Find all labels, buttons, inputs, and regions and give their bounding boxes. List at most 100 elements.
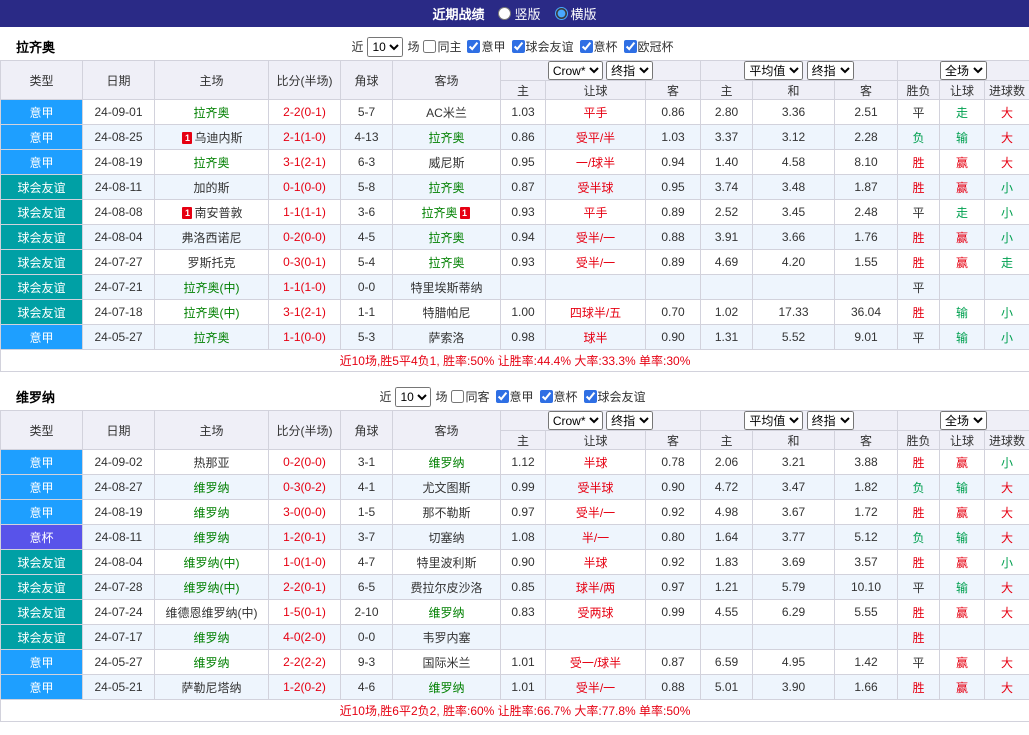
avg-draw-odds-cell: 3.77 — [752, 524, 835, 550]
handicap-result-cell: 赢 — [939, 549, 986, 575]
score-cell: 1-5(0-1) — [268, 599, 341, 625]
away-team-cell[interactable]: 维罗纳 — [392, 674, 501, 700]
average-select[interactable]: 平均值 — [744, 411, 804, 430]
home-team-cell[interactable]: 维罗纳 — [154, 524, 269, 550]
filter-checkbox[interactable]: 同客 — [451, 388, 490, 405]
home-team-cell[interactable]: 罗斯托克 — [154, 249, 269, 275]
team-name-text: 尤文图斯 — [422, 480, 471, 495]
result-cell: 负 — [897, 474, 941, 500]
checkbox-input[interactable] — [623, 40, 637, 53]
bookmaker-select[interactable]: Crow* — [547, 61, 603, 80]
avg-draw-odds-cell: 3.12 — [752, 124, 835, 150]
home-team-cell[interactable]: 维罗纳 — [154, 649, 269, 675]
checkbox-input[interactable] — [423, 40, 437, 53]
horizontal-layout-radio[interactable] — [554, 7, 568, 20]
away-team-cell[interactable]: 拉齐奥 — [392, 174, 501, 200]
away-team-cell[interactable]: 特里埃斯蒂纳 — [392, 274, 501, 300]
home-team-cell[interactable]: 1 南安普敦 — [154, 199, 269, 225]
team-name-text: 维罗纳 — [428, 680, 465, 695]
away-team-cell[interactable]: 韦罗内塞 — [392, 624, 501, 650]
home-team-cell[interactable]: 维罗纳 — [154, 474, 269, 500]
home-team-cell[interactable]: 拉齐奥 — [154, 99, 269, 125]
home-team-cell[interactable]: 1 乌迪内斯 — [154, 124, 269, 150]
fulltime-select[interactable]: 全场 — [940, 61, 988, 80]
filter-checkbox[interactable]: 意甲 — [467, 38, 506, 55]
home-team-cell[interactable]: 维罗纳 — [154, 624, 269, 650]
filter-checkbox[interactable]: 欧冠杯 — [623, 38, 674, 55]
team-name-text: 那不勒斯 — [422, 505, 471, 520]
result-cell: 平 — [897, 649, 941, 675]
home-team-cell[interactable]: 拉齐奥(中) — [154, 274, 269, 300]
vertical-layout-radio[interactable] — [498, 7, 512, 20]
page-title: 近期战绩 — [432, 7, 485, 22]
odds-stage-select[interactable]: 终指 — [606, 61, 654, 80]
away-team-cell[interactable]: 拉齐奥 — [392, 249, 501, 275]
away-team-cell[interactable]: 拉齐奥 1 — [392, 199, 501, 225]
odds-away-cell: 0.99 — [645, 599, 701, 625]
home-team-cell[interactable]: 热那亚 — [154, 449, 269, 475]
away-team-cell[interactable]: 费拉尔皮沙洛 — [392, 574, 501, 600]
goals-result-cell: 小 — [984, 224, 1029, 250]
checkbox-input[interactable] — [539, 390, 553, 403]
checkbox-input[interactable] — [511, 40, 525, 53]
match-row: 意甲 24-05-27 拉齐奥 1-1(0-0) 5-3 萨索洛 0.98 球半… — [0, 324, 1029, 350]
odds-home-cell — [500, 274, 546, 300]
checkbox-input[interactable] — [579, 40, 593, 53]
away-team-cell[interactable]: 特腊帕尼 — [392, 299, 501, 325]
away-team-cell[interactable]: 维罗纳 — [392, 599, 501, 625]
corner-cell: 6-3 — [340, 149, 393, 175]
home-team-cell[interactable]: 拉齐奥 — [154, 149, 269, 175]
odds-stage-select[interactable]: 终指 — [606, 411, 654, 430]
fulltime-select[interactable]: 全场 — [940, 411, 988, 430]
home-team-cell[interactable]: 维德恩维罗纳(中) — [154, 599, 269, 625]
layout-option-horizontal[interactable]: 横版 — [554, 4, 597, 23]
match-date-cell: 24-09-01 — [82, 99, 155, 125]
avg-home-odds-cell: 2.80 — [700, 99, 753, 125]
checkbox-input[interactable] — [451, 390, 465, 403]
bookmaker-select[interactable]: Crow* — [547, 411, 603, 430]
filter-checkbox[interactable]: 同主 — [423, 38, 461, 55]
home-team-cell[interactable]: 维罗纳(中) — [154, 574, 269, 600]
checkbox-input[interactable] — [467, 40, 481, 53]
avg-stage-select[interactable]: 终指 — [806, 411, 854, 430]
filter-checkbox[interactable]: 球会友谊 — [583, 388, 646, 405]
away-team-cell[interactable]: 国际米兰 — [392, 649, 501, 675]
team-name-text: 维罗纳 — [193, 530, 230, 545]
away-team-cell[interactable]: 尤文图斯 — [392, 474, 501, 500]
avg-stage-select[interactable]: 终指 — [806, 61, 854, 80]
match-row: 意甲 24-05-27 维罗纳 2-2(2-2) 9-3 国际米兰 1.01 受… — [0, 649, 1029, 675]
away-team-cell[interactable]: AC米兰 — [392, 99, 501, 125]
handicap-result-cell — [939, 624, 986, 650]
odds-away-cell — [645, 274, 701, 300]
away-team-cell[interactable]: 拉齐奥 — [392, 124, 501, 150]
filter-checkbox[interactable]: 意甲 — [495, 388, 534, 405]
away-team-cell[interactable]: 切塞纳 — [392, 524, 501, 550]
checkbox-label: 球会友谊 — [597, 390, 646, 404]
away-team-cell[interactable]: 维罗纳 — [392, 449, 501, 475]
away-team-cell[interactable]: 拉齐奥 — [392, 224, 501, 250]
away-team-cell[interactable]: 那不勒斯 — [392, 499, 501, 525]
away-team-cell[interactable]: 威尼斯 — [392, 149, 501, 175]
away-team-cell[interactable]: 特里波利斯 — [392, 549, 501, 575]
home-team-cell[interactable]: 拉齐奥(中) — [154, 299, 269, 325]
home-team-cell[interactable]: 维罗纳(中) — [154, 549, 269, 575]
home-team-cell[interactable]: 维罗纳 — [154, 499, 269, 525]
average-select[interactable]: 平均值 — [744, 61, 804, 80]
home-team-cell[interactable]: 拉齐奥 — [154, 324, 269, 350]
home-team-cell[interactable]: 弗洛西诺尼 — [154, 224, 269, 250]
match-count-select[interactable]: 10 — [395, 386, 432, 407]
layout-option-vertical[interactable]: 竖版 — [498, 4, 541, 23]
filter-checkbox[interactable]: 意杯 — [579, 38, 618, 55]
competition-type-cell: 球会友谊 — [0, 174, 83, 200]
match-date-cell: 24-08-11 — [82, 524, 155, 550]
filter-checkbox[interactable]: 球会友谊 — [511, 38, 574, 55]
away-team-cell[interactable]: 萨索洛 — [392, 324, 501, 350]
home-team-cell[interactable]: 加的斯 — [154, 174, 269, 200]
match-count-select[interactable]: 10 — [367, 36, 404, 57]
checkbox-input[interactable] — [495, 390, 509, 403]
checkbox-input[interactable] — [583, 390, 597, 403]
match-date-cell: 24-05-27 — [82, 324, 155, 350]
filter-checkbox[interactable]: 意杯 — [539, 388, 578, 405]
header-away: 客场 — [392, 60, 501, 100]
home-team-cell[interactable]: 萨勒尼塔纳 — [154, 674, 269, 700]
